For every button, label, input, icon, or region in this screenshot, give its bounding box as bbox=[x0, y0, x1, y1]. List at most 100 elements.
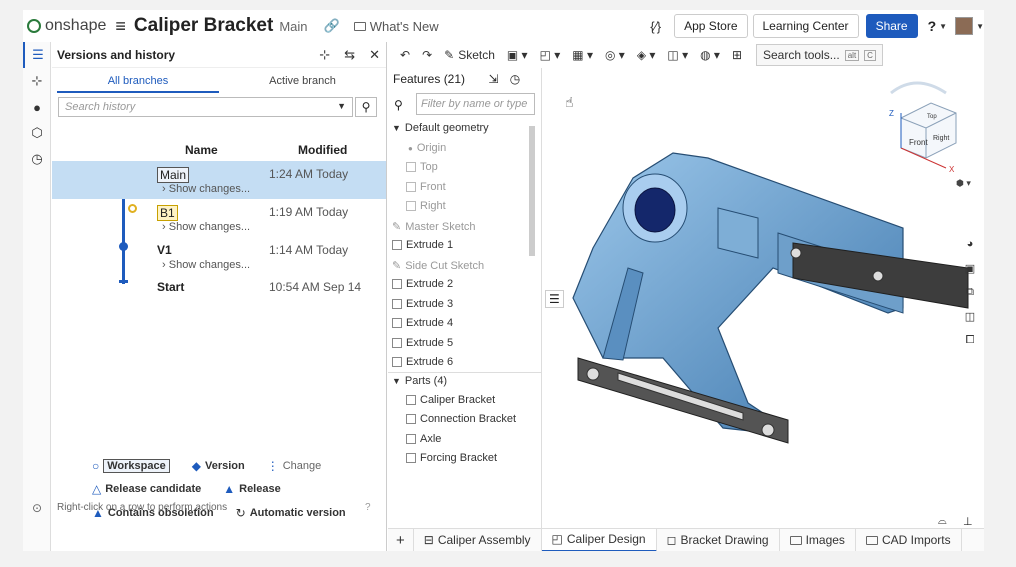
feature-toolbar: ↶ ↷ ✎ Sketch ▣ ▾ ◰ ▾ ▦ ▾ ◎ ▾ ◈ ▾ ◫ ▾ ◍ ▾… bbox=[388, 42, 984, 68]
tab-active-branch[interactable]: Active branch bbox=[219, 68, 386, 93]
parts-folder[interactable]: ▼ Parts (4) bbox=[392, 375, 447, 387]
feature-master-sketch[interactable]: ✎ Master Sketch bbox=[392, 220, 476, 234]
feature-filter-input[interactable]: Filter by name or type bbox=[416, 93, 535, 115]
kbd-alt: alt bbox=[844, 49, 860, 61]
tab-caliper-design[interactable]: ◰ Caliper Design bbox=[541, 528, 657, 551]
default-geometry-folder[interactable]: ▼ Default geometry bbox=[392, 122, 489, 134]
right-rail: ◕ ▣ ⧉ ◫ ⧠ bbox=[959, 232, 984, 362]
variables-button[interactable]: {∕} bbox=[650, 19, 661, 34]
mass-properties-icon[interactable]: ▣ bbox=[959, 256, 981, 280]
feature-extrude-3[interactable]: Extrude 3 bbox=[392, 298, 453, 310]
comments-icon[interactable]: ● bbox=[23, 94, 51, 120]
search-tools-label: Search tools... bbox=[763, 48, 840, 62]
add-tab-button[interactable]: + bbox=[388, 528, 414, 551]
parts-icon[interactable]: ⬡ bbox=[23, 120, 51, 146]
appearance-icon[interactable]: ◕ bbox=[959, 232, 981, 256]
feature-extrude-5[interactable]: Extrude 5 bbox=[392, 337, 453, 349]
extrude-icon[interactable]: ▣ ▾ bbox=[507, 48, 528, 62]
show-changes-link[interactable]: › Show changes... bbox=[162, 259, 250, 271]
chevron-down-icon[interactable]: ▼ bbox=[976, 22, 984, 31]
part-caliper-bracket[interactable]: Caliper Bracket bbox=[406, 394, 495, 406]
table-row[interactable]: B1 › Show changes... 1:19 AM Today bbox=[52, 199, 386, 237]
feature-scrollbar[interactable] bbox=[529, 126, 535, 256]
show-changes-link[interactable]: › Show changes... bbox=[162, 221, 250, 233]
feature-right-plane[interactable]: Right bbox=[406, 200, 446, 212]
history-search-row: Search history ▼ ⚲ bbox=[58, 97, 386, 117]
avatar[interactable] bbox=[955, 17, 974, 35]
tab-cad-imports[interactable]: CAD Imports bbox=[856, 528, 962, 551]
help-icon[interactable]: ? bbox=[928, 18, 937, 34]
feature-side-cut-sketch[interactable]: ✎ Side Cut Sketch bbox=[392, 259, 484, 273]
boolean-icon[interactable]: ◎ ▾ bbox=[605, 48, 625, 62]
whats-new-link[interactable]: What's New bbox=[353, 19, 439, 34]
hamburger-menu-icon[interactable]: ≡ bbox=[115, 16, 126, 37]
exploded-views-icon[interactable]: ⧠ bbox=[959, 328, 981, 352]
sketch-button[interactable]: ✎ Sketch bbox=[444, 48, 495, 62]
close-icon[interactable]: ✕ bbox=[369, 47, 380, 63]
legend-version: Version bbox=[204, 460, 245, 472]
search-placeholder: Search history bbox=[65, 101, 136, 113]
part-connection-bracket[interactable]: Connection Bracket bbox=[406, 413, 516, 425]
plane-icon[interactable]: ◫ ▾ bbox=[667, 48, 688, 62]
named-views-icon[interactable]: ◫ bbox=[959, 304, 981, 328]
pattern-icon[interactable]: ▦ ▾ bbox=[572, 48, 593, 62]
document-title[interactable]: Caliper Bracket bbox=[134, 15, 273, 37]
search-tools-input[interactable]: Search tools... alt C bbox=[756, 44, 883, 66]
feature-extrude-4[interactable]: Extrude 4 bbox=[392, 317, 453, 329]
view-cube[interactable]: Front Right Top X Z ⬢ ▾ bbox=[861, 68, 971, 188]
show-changes-link[interactable]: › Show changes... bbox=[162, 183, 250, 195]
feature-origin[interactable]: ● Origin bbox=[408, 142, 446, 154]
measure-icon[interactable]: ⊥ bbox=[963, 515, 973, 528]
help-icon[interactable]: ? bbox=[365, 502, 371, 513]
link-icon[interactable]: 🔗 bbox=[324, 18, 340, 34]
history-search-input[interactable]: Search history ▼ bbox=[58, 97, 353, 117]
cube-front-label: Front bbox=[909, 138, 928, 147]
workspace-icon: ○ bbox=[92, 459, 100, 473]
feature-front-plane[interactable]: Front bbox=[406, 181, 446, 193]
chevron-down-icon[interactable]: ▼ bbox=[337, 101, 346, 111]
app-store-button[interactable]: App Store bbox=[674, 14, 748, 38]
feature-extrude-2[interactable]: Extrude 2 bbox=[392, 278, 453, 290]
table-row[interactable]: Main › Show changes... 1:24 AM Today bbox=[52, 161, 386, 199]
row-name: B1 bbox=[157, 205, 178, 221]
tab-images[interactable]: Images bbox=[780, 528, 856, 551]
learning-center-button[interactable]: Learning Center bbox=[752, 14, 859, 38]
transform-icon[interactable]: ◈ ▾ bbox=[637, 48, 656, 62]
tab-caliper-assembly[interactable]: ⊟ Caliper Assembly bbox=[414, 528, 542, 551]
filter-icon[interactable]: ⚲ bbox=[394, 98, 403, 112]
feature-top-plane[interactable]: Top bbox=[406, 161, 438, 173]
row-date: 1:14 AM Today bbox=[269, 243, 349, 257]
mate-icon[interactable]: ◍ ▾ bbox=[700, 48, 720, 62]
legend-row-1: ○ Workspace ◆ Version ⋮ Change bbox=[92, 459, 337, 473]
rollback-icon[interactable]: ⇲ bbox=[488, 72, 498, 86]
undo-icon[interactable]: ↶ bbox=[400, 48, 410, 62]
create-version-icon[interactable]: ⊹ bbox=[23, 68, 51, 94]
configurations-icon[interactable]: ⧉ bbox=[959, 280, 981, 304]
tab-bracket-drawing[interactable]: ◻ Bracket Drawing bbox=[657, 528, 780, 551]
versions-history-icon[interactable]: ☰ bbox=[23, 42, 51, 68]
top-bar: onshape ≡ Caliper Bracket Main 🔗 What's … bbox=[23, 10, 984, 42]
onshape-logo[interactable]: onshape bbox=[27, 17, 106, 35]
table-row[interactable]: Start 10:54 AM Sep 14 bbox=[52, 274, 386, 312]
part-forcing-bracket[interactable]: Forcing Bracket bbox=[406, 452, 497, 464]
table-row[interactable]: V1 › Show changes... 1:14 AM Today bbox=[52, 237, 386, 275]
add-feature-icon[interactable]: ⊞ bbox=[732, 48, 742, 62]
timer-icon[interactable]: ◷ bbox=[23, 146, 51, 172]
branch-label[interactable]: Main bbox=[279, 19, 307, 34]
redo-icon[interactable]: ↷ bbox=[422, 48, 432, 62]
compare-icon[interactable]: ⇆ bbox=[344, 47, 355, 63]
graphics-viewport[interactable]: ☰ ☝ Front Right Top X Z ⬢ ▾ ⌓ ⊥ bbox=[543, 68, 984, 528]
section-view-icon[interactable]: ⌓ bbox=[938, 515, 947, 528]
feature-extrude-6[interactable]: Extrude 6 bbox=[392, 356, 453, 368]
part-axle[interactable]: Axle bbox=[406, 433, 441, 445]
share-button[interactable]: Share bbox=[865, 14, 918, 38]
search-icon[interactable]: ⚲ bbox=[355, 97, 377, 117]
tab-all-branches[interactable]: All branches bbox=[57, 68, 219, 93]
feature-extrude-1[interactable]: Extrude 1 bbox=[392, 239, 453, 251]
fillet-icon[interactable]: ◰ ▾ bbox=[540, 48, 561, 62]
timer-icon[interactable]: ◷ bbox=[510, 72, 520, 86]
create-branch-icon[interactable]: ⊹ bbox=[319, 47, 330, 63]
feature-list-panel: Features (21) ⇲ ◷ ⚲ Filter by name or ty… bbox=[388, 68, 542, 528]
chevron-down-icon[interactable]: ▼ bbox=[939, 22, 947, 31]
status-icon[interactable]: ⊙ bbox=[23, 501, 51, 515]
